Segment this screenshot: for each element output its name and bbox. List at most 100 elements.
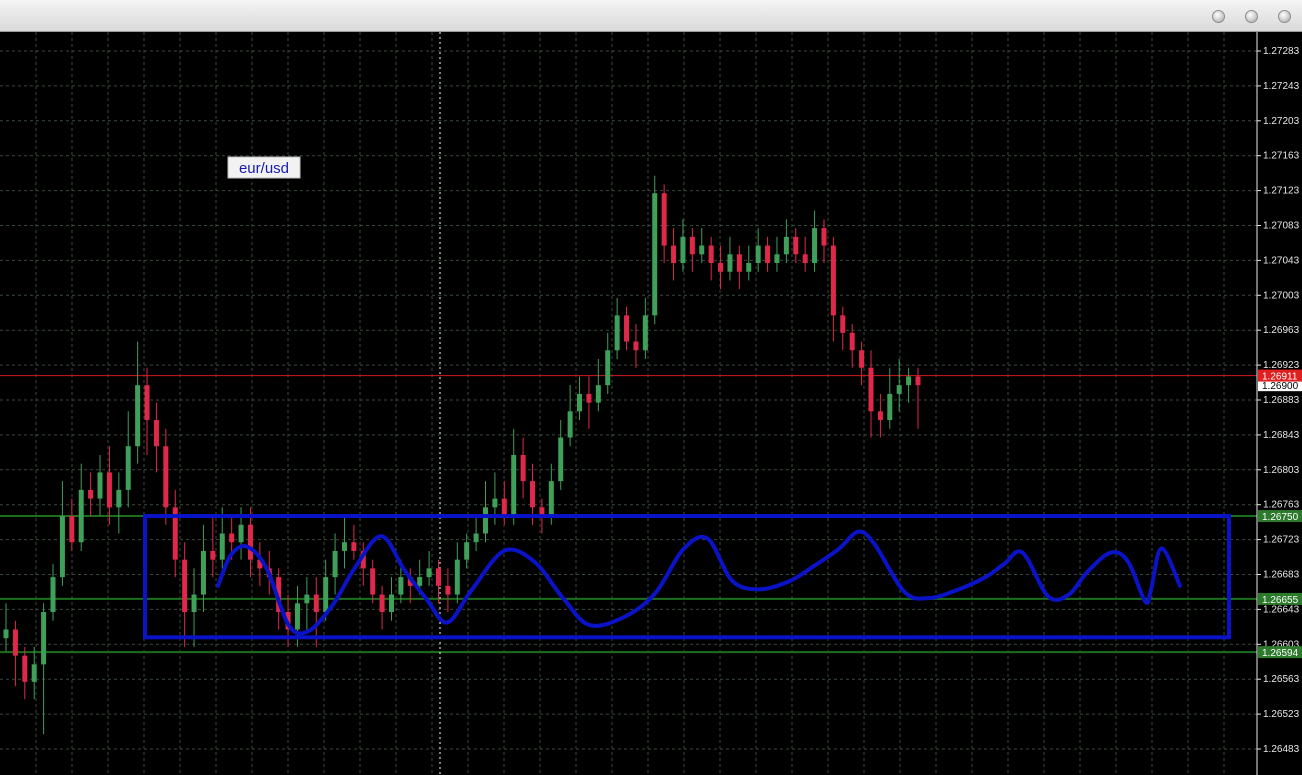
candle[interactable] [88, 472, 94, 517]
candle[interactable] [586, 376, 592, 429]
candle[interactable] [915, 367, 921, 429]
price-label-text: 1.26750 [1262, 512, 1299, 523]
candle[interactable] [755, 228, 761, 272]
candle[interactable] [511, 428, 517, 525]
candle[interactable] [210, 516, 216, 578]
candle[interactable] [906, 367, 912, 403]
candle-body [219, 533, 225, 560]
candle-body [830, 245, 836, 316]
wave-drawing[interactable] [216, 529, 1182, 636]
price-label-text: 1.26594 [1262, 648, 1299, 659]
candle[interactable] [614, 297, 620, 359]
price-chart[interactable]: eur/usd 1.27283 1.27243 1.27203 1.27163 1.271… [0, 32, 1302, 775]
candle[interactable] [727, 236, 733, 281]
candle[interactable] [558, 420, 564, 490]
candle[interactable] [624, 306, 630, 351]
candle[interactable] [642, 297, 648, 359]
candle[interactable] [830, 236, 836, 342]
maximize-button[interactable] [1245, 10, 1258, 23]
candle[interactable] [887, 367, 893, 429]
candle[interactable] [125, 411, 131, 508]
close-button[interactable] [1278, 10, 1291, 23]
candle[interactable] [859, 341, 865, 386]
candle[interactable] [22, 646, 28, 700]
candle-body [577, 393, 583, 412]
candle[interactable] [812, 210, 818, 272]
candle[interactable] [567, 385, 573, 447]
y-tick-label: 1.26763 [1263, 500, 1300, 511]
minimize-button[interactable] [1212, 10, 1225, 23]
candle[interactable] [50, 564, 56, 621]
candle[interactable] [661, 184, 667, 264]
price-label-text: 1.26655 [1262, 595, 1299, 606]
candle[interactable] [351, 524, 357, 560]
candle[interactable] [257, 542, 263, 586]
y-tick-label: 1.26803 [1263, 465, 1300, 476]
candle[interactable] [454, 542, 460, 604]
candle[interactable] [31, 646, 37, 700]
candle[interactable] [896, 358, 902, 412]
candle-body [783, 236, 789, 255]
chart-area[interactable]: eur/usd 1.27283 1.27243 1.27203 1.27163 1.271… [0, 32, 1302, 775]
candle[interactable] [379, 585, 385, 630]
candle[interactable] [689, 228, 695, 272]
candle[interactable] [370, 559, 376, 604]
range-rectangle[interactable] [143, 514, 1231, 640]
candle[interactable] [435, 559, 441, 604]
candle[interactable] [765, 236, 771, 272]
candle[interactable] [483, 481, 489, 543]
candle[interactable] [41, 603, 47, 735]
candle[interactable] [671, 228, 677, 281]
candle[interactable] [793, 228, 799, 264]
candle[interactable] [78, 463, 84, 551]
candle[interactable] [840, 306, 846, 351]
candle[interactable] [501, 481, 507, 525]
candle-body [718, 263, 724, 272]
candle[interactable] [97, 454, 103, 517]
candle-body [520, 454, 526, 482]
candle-body [652, 193, 658, 316]
candle[interactable] [708, 236, 714, 281]
candle[interactable] [59, 481, 65, 586]
candle[interactable] [426, 550, 432, 586]
candle-body [332, 550, 338, 578]
candle-body [586, 393, 592, 403]
candle[interactable] [746, 245, 752, 281]
candle-body [812, 228, 818, 264]
candle[interactable] [652, 175, 658, 325]
candle[interactable] [388, 577, 394, 621]
candle[interactable] [182, 542, 188, 647]
candle-body [191, 594, 197, 613]
candle[interactable] [774, 236, 780, 272]
candle[interactable] [718, 245, 724, 290]
candle[interactable] [172, 489, 178, 578]
candle-body [793, 236, 799, 255]
candle[interactable] [605, 332, 611, 394]
candle-body [511, 454, 517, 517]
candle[interactable] [153, 402, 159, 473]
candle[interactable] [163, 428, 169, 525]
candle[interactable] [135, 341, 141, 464]
candle-body [388, 594, 394, 613]
candle[interactable] [680, 219, 686, 272]
candle[interactable] [12, 620, 18, 687]
y-tick-label: 1.26843 [1263, 430, 1300, 441]
candle[interactable] [144, 367, 150, 455]
candle[interactable] [802, 236, 808, 272]
candle[interactable] [332, 533, 338, 595]
candle[interactable] [116, 472, 122, 534]
candle[interactable] [69, 498, 75, 551]
candle[interactable] [520, 437, 526, 499]
candle[interactable] [699, 228, 705, 264]
candle-body [746, 263, 752, 272]
candle[interactable] [341, 516, 347, 569]
candle[interactable] [736, 245, 742, 290]
candle[interactable] [868, 350, 874, 438]
candle[interactable] [577, 376, 583, 421]
candle[interactable] [191, 568, 197, 647]
symbol-label[interactable]: eur/usd [227, 156, 301, 179]
candle[interactable] [473, 516, 479, 551]
candle[interactable] [304, 577, 310, 630]
candle-body [88, 489, 94, 499]
candle[interactable] [595, 358, 601, 412]
